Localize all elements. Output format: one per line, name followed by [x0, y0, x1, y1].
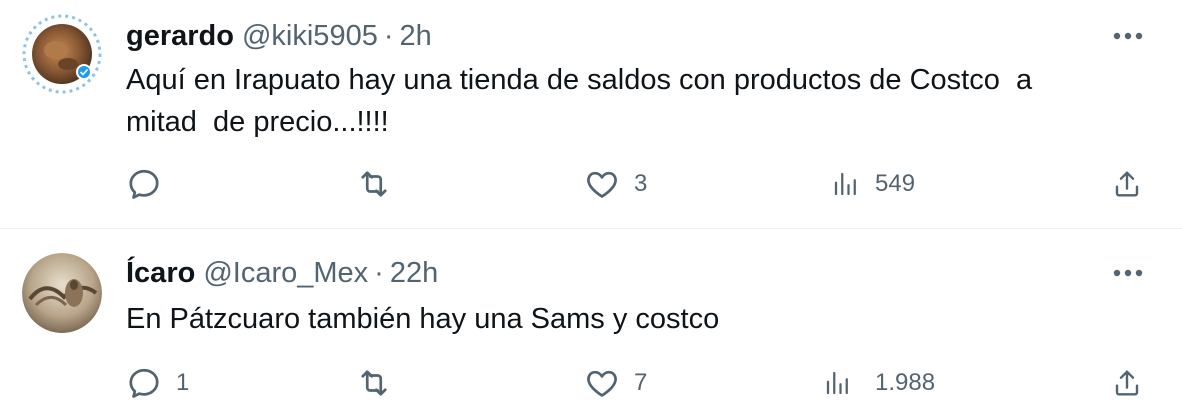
more-icon: [1113, 32, 1143, 40]
display-name[interactable]: Ícaro: [126, 255, 195, 291]
reply-count: 1: [176, 369, 190, 396]
views-icon: [826, 371, 848, 395]
retweet-button[interactable]: [356, 365, 406, 401]
tweet-actions: 1 7 1.988: [126, 365, 1146, 401]
timestamp[interactable]: 2h: [400, 18, 432, 54]
retweet-icon: [361, 370, 387, 396]
display-name[interactable]: gerardo: [126, 18, 234, 54]
reply-button[interactable]: [126, 166, 176, 202]
user-handle[interactable]: @kiki5905: [242, 18, 378, 54]
reply-icon: [129, 169, 159, 199]
share-icon: [1115, 370, 1139, 396]
avatar-image: [22, 253, 102, 333]
separator-dot: ·: [374, 257, 384, 289]
share-icon: [1115, 171, 1139, 197]
more-options-button[interactable]: [1110, 26, 1146, 46]
more-icon: [1113, 269, 1143, 277]
tweet[interactable]: Ícaro @Icaro_Mex · 22h En Pátzcuaro tamb…: [0, 229, 1182, 414]
views-button[interactable]: 1.988: [823, 365, 935, 401]
views-count: 549: [875, 170, 916, 197]
retweet-button[interactable]: [356, 166, 406, 202]
like-button[interactable]: 3: [584, 166, 647, 202]
reply-icon: [129, 368, 159, 398]
timestamp[interactable]: 22h: [390, 255, 438, 291]
heart-icon: [587, 171, 617, 198]
like-count: 3: [634, 170, 648, 197]
share-button[interactable]: [1111, 166, 1143, 202]
views-button[interactable]: 549: [831, 166, 915, 202]
tweet-actions: 3 549: [126, 166, 1146, 202]
tweet-text: Aquí en Irapuato hay una tienda de saldo…: [126, 64, 1033, 138]
like-button[interactable]: 7: [584, 365, 647, 401]
separator-dot: ·: [383, 20, 394, 52]
avatar[interactable]: [22, 253, 102, 333]
heart-icon: [587, 370, 617, 397]
views-count: 1.988: [875, 369, 936, 396]
tweet-header: gerardo @kiki5905 · 2h: [126, 18, 432, 54]
retweet-icon: [361, 171, 387, 197]
reply-button[interactable]: 1: [126, 365, 189, 401]
views-icon: [834, 172, 856, 196]
like-count: 7: [634, 369, 648, 396]
tweet[interactable]: gerardo @kiki5905 · 2h Aquí en Irapuato …: [0, 0, 1182, 228]
tweet-header: Ícaro @Icaro_Mex · 22h: [126, 255, 438, 291]
user-handle[interactable]: @Icaro_Mex: [203, 255, 368, 291]
tweet-text: En Pátzcuaro también hay una Sams y cost…: [126, 303, 720, 335]
share-button[interactable]: [1111, 365, 1143, 401]
avatar[interactable]: [22, 14, 102, 94]
avatar-image: [22, 14, 102, 94]
more-options-button[interactable]: [1110, 263, 1146, 283]
